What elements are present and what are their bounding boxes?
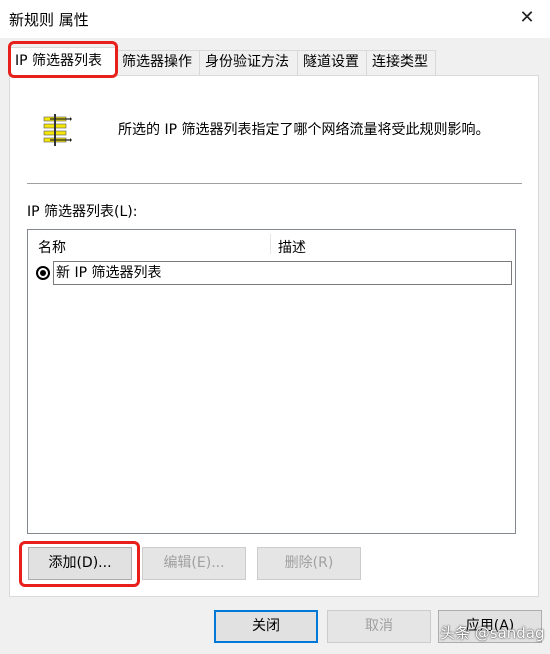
edit-button[interactable]: 编辑(E)...: [142, 547, 246, 580]
window-title: 新规则 属性: [9, 11, 89, 29]
list-item[interactable]: 新 IP 筛选器列表: [33, 261, 512, 285]
close-icon[interactable]: ✕: [514, 5, 540, 31]
filter-list-label: IP 筛选器列表(L):: [27, 204, 138, 220]
add-button[interactable]: 添加(D)...: [28, 547, 132, 580]
column-divider[interactable]: [270, 234, 271, 254]
delete-button[interactable]: 删除(R): [257, 547, 361, 580]
filter-list-icon: [43, 114, 72, 146]
separator: [27, 183, 522, 184]
cancel-button[interactable]: 取消: [327, 610, 431, 643]
column-header-name[interactable]: 名称: [38, 237, 66, 257]
info-description: 所选的 IP 筛选器列表指定了哪个网络流量将受此规则影响。: [118, 122, 490, 138]
watermark: 头条 @sandag: [440, 624, 545, 642]
list-item-name: 新 IP 筛选器列表: [53, 261, 512, 285]
radio-selected-icon[interactable]: [36, 266, 50, 280]
tab-connection-type[interactable]: 连接类型: [366, 50, 436, 75]
column-header-description[interactable]: 描述: [278, 237, 306, 257]
tab-ip-filter-list[interactable]: IP 筛选器列表: [9, 47, 117, 76]
title-bar: 新规则 属性 ✕: [0, 0, 550, 38]
tab-tunnel-settings[interactable]: 隧道设置: [297, 50, 367, 75]
close-button[interactable]: 关闭: [214, 610, 318, 643]
tab-filter-action[interactable]: 筛选器操作: [116, 50, 200, 75]
tab-auth-methods[interactable]: 身份验证方法: [199, 50, 298, 75]
